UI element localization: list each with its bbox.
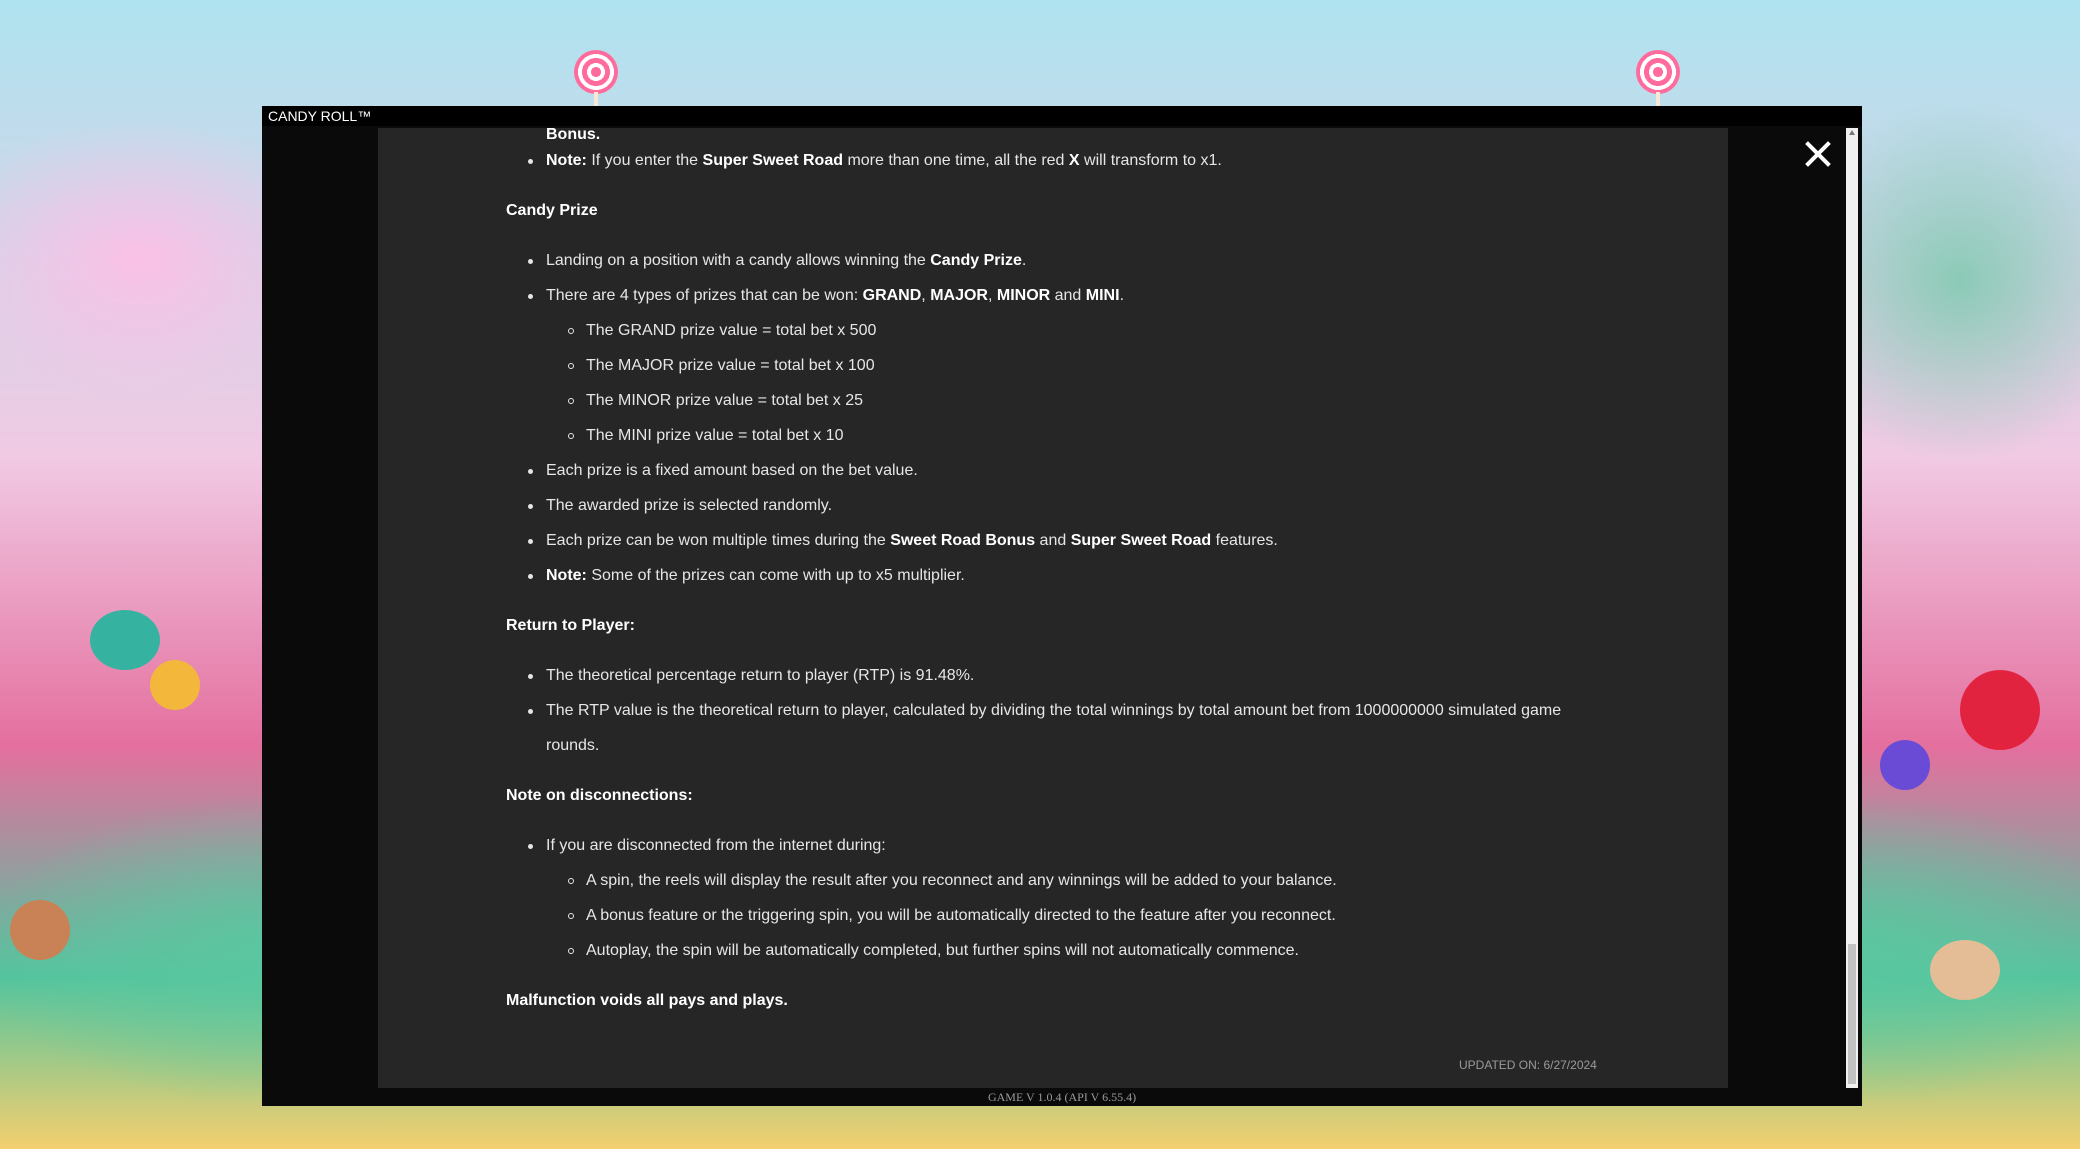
- text-segment: A bonus feature or the triggering spin, …: [586, 907, 1336, 924]
- list-item: Each prize is a fixed amount based on th…: [528, 460, 918, 482]
- bold-text: Candy Prize: [506, 202, 598, 219]
- scrollbar[interactable]: [1846, 128, 1858, 1088]
- text-segment: features.: [1211, 532, 1278, 549]
- bold-text: Malfunction voids all pays and plays.: [506, 992, 788, 1009]
- text-segment: The MINOR prize value = total bet x 25: [586, 392, 864, 409]
- text-segment: and: [1050, 287, 1086, 304]
- text-segment: will transform to x1.: [1079, 152, 1222, 169]
- bold-text: MINI: [1085, 287, 1120, 304]
- list-item: The RTP value is the theoretical return …: [527, 700, 1562, 722]
- background-candy: [1880, 740, 1930, 790]
- background-lollipop: [574, 50, 618, 152]
- list-item: Note: If you enter the Super Sweet Road …: [528, 150, 1222, 172]
- bold-text: Note:: [546, 567, 587, 584]
- list-item: There are 4 types of prizes that can be …: [527, 285, 1125, 307]
- text-segment: A spin, the reels will display the resul…: [586, 872, 1337, 889]
- bold-text: Candy Prize: [930, 252, 1022, 269]
- list-item: Each prize can be won multiple times dur…: [528, 530, 1278, 552]
- text-segment: The theoretical percentage return to pla…: [546, 667, 975, 684]
- window-title: CANDY ROLL™: [262, 106, 1862, 126]
- list-item: The theoretical percentage return to pla…: [527, 665, 975, 687]
- close-button[interactable]: [1798, 134, 1838, 174]
- bold-text: Note on disconnections:: [506, 787, 693, 804]
- sub-list-item: A spin, the reels will display the resul…: [568, 870, 1337, 892]
- list-item: Note: Some of the prizes can come with u…: [528, 565, 965, 587]
- updated-date: UPDATED ON: 6/27/2024: [1459, 1058, 1597, 1072]
- bold-text: Return to Player:: [506, 617, 635, 634]
- sub-list-item: The GRAND prize value = total bet x 500: [567, 320, 877, 342]
- background-candy: [150, 660, 200, 710]
- bold-text: Sweet Road Bonus: [890, 532, 1036, 549]
- text-segment: If you are disconnected from the interne…: [546, 837, 886, 854]
- section-heading: Candy Prize: [506, 200, 598, 222]
- text-segment: Autoplay, the spin will be automatically…: [586, 942, 1299, 959]
- text-segment: Each prize can be won multiple times dur…: [546, 532, 891, 549]
- text-segment: more than one time, all the red: [843, 152, 1069, 169]
- sub-list-item: Autoplay, the spin will be automatically…: [568, 940, 1299, 962]
- text-segment: ,: [987, 287, 997, 304]
- text-segment: The MINI prize value = total bet x 10: [586, 427, 844, 444]
- text-segment: .: [1021, 252, 1027, 269]
- sub-list-item: The MAJOR prize value = total bet x 100: [568, 355, 875, 377]
- bold-text: Super Sweet Road: [702, 152, 843, 169]
- bold-text: X: [1068, 152, 1080, 169]
- rules-panel: Bonus. Note: If you enter the Super Swee…: [378, 128, 1728, 1088]
- text-segment: .: [1119, 287, 1125, 304]
- section-heading: Note on disconnections:: [506, 785, 693, 807]
- text-segment: The RTP value is the theoretical return …: [546, 702, 1562, 719]
- bold-text: MINOR: [996, 287, 1051, 304]
- text-line: Bonus.: [546, 128, 600, 146]
- background-candy: [90, 610, 160, 670]
- text-segment: There are 4 types of prizes that can be …: [546, 287, 863, 304]
- close-icon: [1805, 141, 1831, 167]
- text-segment: The GRAND prize value = total bet x 500: [586, 322, 877, 339]
- list-item-continuation: rounds.: [546, 735, 599, 757]
- sub-list-item: The MINOR prize value = total bet x 25: [567, 390, 864, 412]
- text-segment: Some of the prizes can come with up to x…: [586, 567, 965, 584]
- text-segment: ,: [921, 287, 931, 304]
- game-version: GAME V 1.0.4 (API V 6.55.4): [987, 1090, 1137, 1104]
- section-heading: Return to Player:: [506, 615, 635, 637]
- text-segment: The awarded prize is selected randomly.: [546, 497, 833, 514]
- bold-text: GRAND: [862, 287, 922, 304]
- bold-text: Bonus.: [546, 128, 601, 143]
- bold-text: MAJOR: [930, 287, 988, 304]
- section-heading: Malfunction voids all pays and plays.: [506, 990, 788, 1012]
- background-candy: [1930, 940, 2000, 1000]
- bold-text: Note:: [546, 152, 587, 169]
- text-segment: The MAJOR prize value = total bet x 100: [586, 357, 875, 374]
- text-segment: If you enter the: [586, 152, 703, 169]
- text-segment: Landing on a position with a candy allow…: [546, 252, 931, 269]
- list-item: The awarded prize is selected randomly.: [527, 495, 833, 517]
- text-segment: Each prize is a fixed amount based on th…: [546, 462, 918, 479]
- text-segment: and: [1035, 532, 1071, 549]
- bold-text: Super Sweet Road: [1070, 532, 1212, 549]
- sub-list-item: A bonus feature or the triggering spin, …: [568, 905, 1336, 927]
- text-segment: rounds.: [546, 737, 600, 754]
- list-item: If you are disconnected from the interne…: [528, 835, 886, 857]
- background-lollipop: [1636, 50, 1680, 152]
- sub-list-item: The MINI prize value = total bet x 10: [567, 425, 844, 447]
- info-modal: CANDY ROLL™ Bonus. Note: If you enter th…: [262, 106, 1862, 1106]
- list-item: Landing on a position with a candy allow…: [527, 250, 1027, 272]
- background-candy: [10, 900, 70, 960]
- scroll-up-arrow-icon[interactable]: [1849, 130, 1855, 135]
- background-candy: [1960, 670, 2040, 750]
- scrollbar-thumb[interactable]: [1848, 944, 1856, 1084]
